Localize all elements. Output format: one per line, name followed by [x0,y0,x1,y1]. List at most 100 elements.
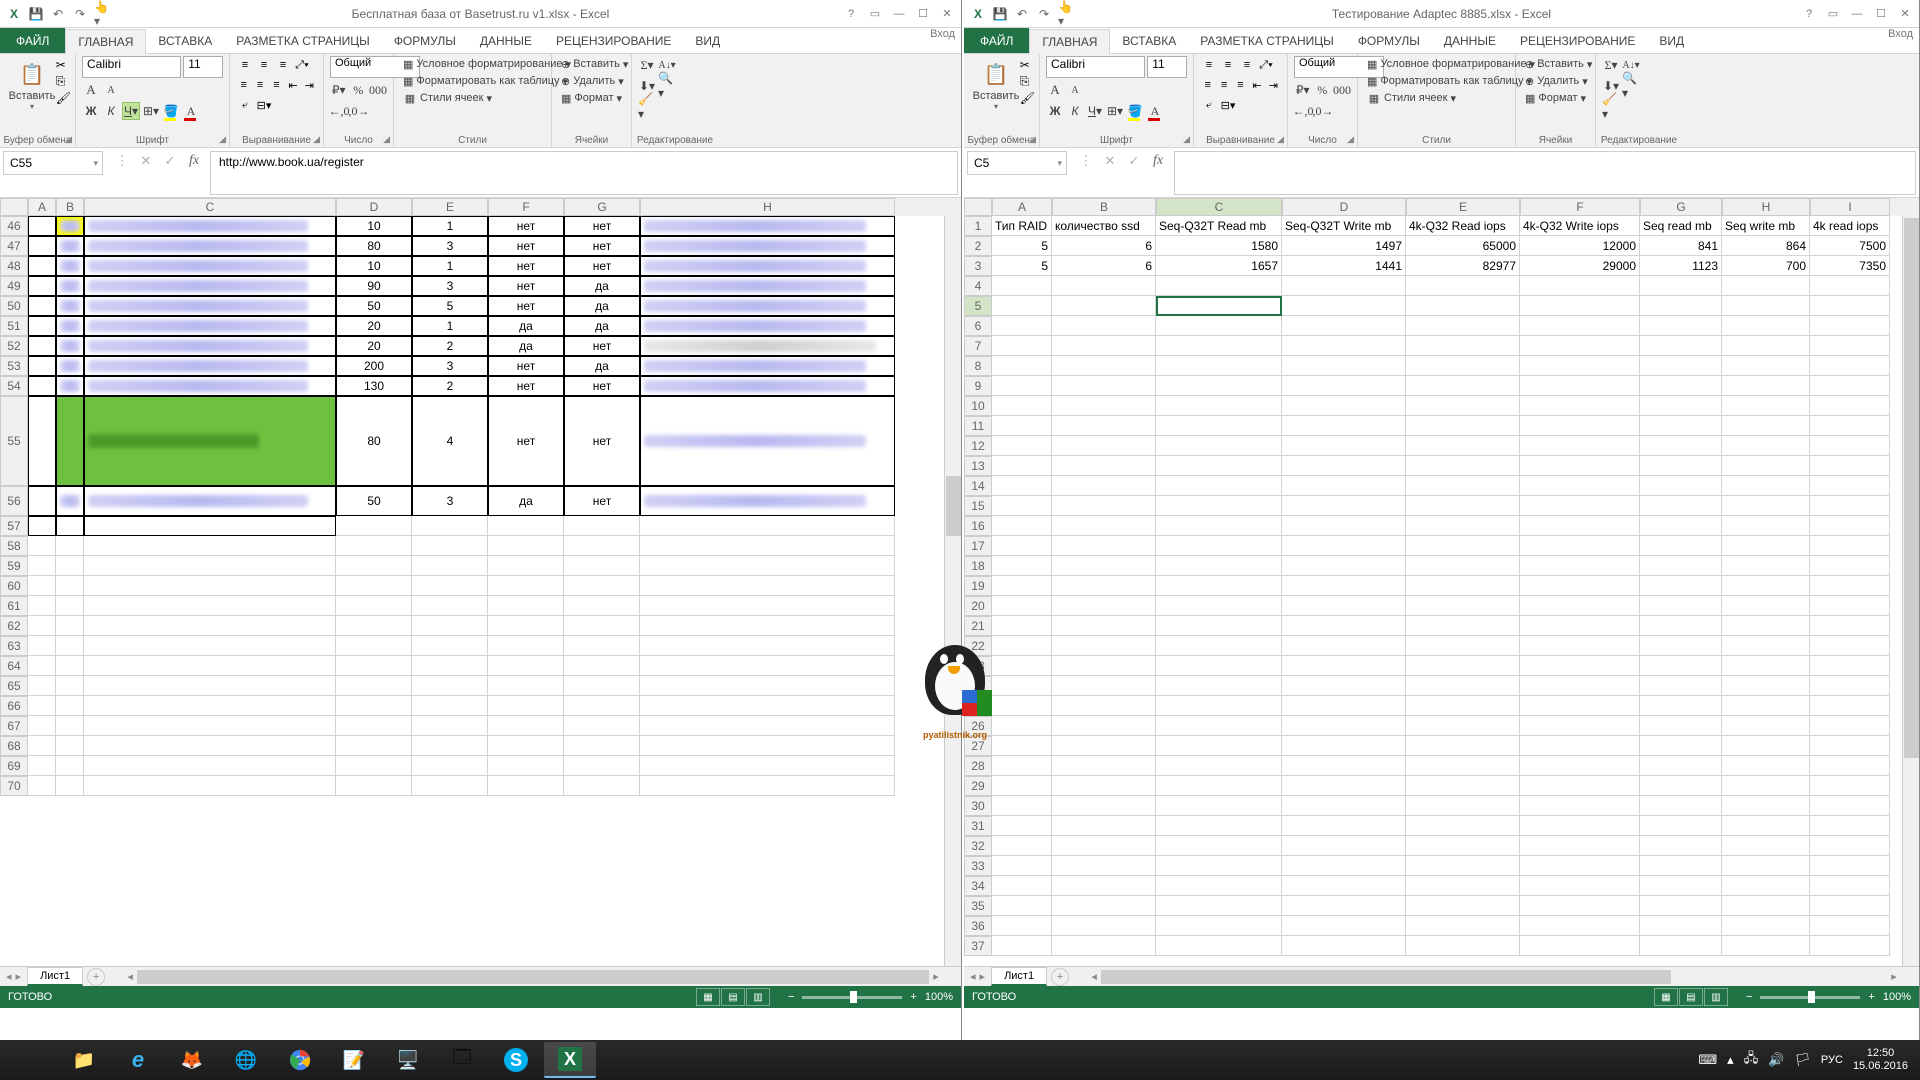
cell[interactable] [1406,676,1520,696]
cell[interactable] [1520,416,1640,436]
row-header[interactable]: 35 [964,896,992,916]
fx-icon[interactable]: fx [186,153,202,169]
cell[interactable]: нет [488,236,564,256]
save-icon[interactable]: 💾 [28,6,44,22]
cell[interactable] [1282,476,1406,496]
cell[interactable] [640,376,895,396]
cell[interactable] [1282,336,1406,356]
skype-button[interactable]: S [490,1042,542,1078]
row-header[interactable]: 61 [0,596,28,616]
cell[interactable] [1810,876,1890,896]
help-icon[interactable]: ? [841,5,861,23]
row-header[interactable]: 4 [964,276,992,296]
cell[interactable] [640,696,895,716]
cell[interactable] [84,756,336,776]
cell[interactable] [28,576,56,596]
cell[interactable] [1810,616,1890,636]
row-header[interactable]: 66 [0,696,28,716]
row-header[interactable]: 18 [964,556,992,576]
cell[interactable] [56,636,84,656]
cell[interactable] [992,556,1052,576]
cut-icon[interactable]: ✂ [1020,58,1035,72]
cell[interactable] [564,756,640,776]
cell[interactable] [84,576,336,596]
cell[interactable] [1282,316,1406,336]
cell[interactable] [56,236,84,256]
cell[interactable] [564,636,640,656]
cell[interactable] [412,716,488,736]
format-painter-icon[interactable]: 🖌 [1020,91,1035,105]
undo-icon[interactable]: ↶ [50,6,66,22]
cell[interactable] [412,576,488,596]
cell[interactable] [1640,316,1722,336]
cell[interactable] [56,736,84,756]
cell[interactable] [1156,616,1282,636]
cell[interactable] [1282,436,1406,456]
format-cells-button[interactable]: ▦Формат▾ [1522,90,1589,106]
font-color-icon[interactable]: A [182,102,200,120]
cell[interactable] [1282,736,1406,756]
cell[interactable]: 3 [412,236,488,256]
cell[interactable] [1282,536,1406,556]
cell[interactable] [1052,896,1156,916]
cell[interactable]: 3 [412,356,488,376]
cell[interactable] [1406,896,1520,916]
cell[interactable] [1520,676,1640,696]
cell[interactable] [1156,716,1282,736]
cell[interactable] [1722,736,1810,756]
cell[interactable] [1722,636,1810,656]
cell[interactable] [992,336,1052,356]
cell[interactable]: Seq-Q32T Read mb [1156,216,1282,236]
cell[interactable] [1520,276,1640,296]
col-header[interactable]: H [640,198,895,216]
cell[interactable] [564,696,640,716]
cell[interactable] [84,716,336,736]
cell[interactable] [1722,696,1810,716]
cell[interactable] [336,656,412,676]
cell[interactable] [1520,436,1640,456]
cell[interactable] [84,696,336,716]
orientation-icon[interactable]: ⤢▾ [293,56,311,74]
delete-cells-button[interactable]: ⊖Удалить▾ [558,73,625,89]
cell[interactable] [1640,756,1722,776]
cell[interactable] [1282,636,1406,656]
cell[interactable]: 80 [336,236,412,256]
cell[interactable] [1520,356,1640,376]
cell[interactable] [1406,396,1520,416]
cell[interactable] [640,676,895,696]
cell[interactable] [1810,416,1890,436]
cell[interactable] [336,556,412,576]
cell[interactable] [992,436,1052,456]
cell[interactable] [992,836,1052,856]
cell[interactable] [84,296,336,316]
row-header[interactable]: 58 [0,536,28,556]
cell[interactable] [1722,376,1810,396]
cell[interactable] [1282,856,1406,876]
cell[interactable] [1810,696,1890,716]
cell[interactable] [336,576,412,596]
percent-icon[interactable]: % [350,81,368,99]
row-header[interactable]: 48 [0,256,28,276]
cell[interactable] [1520,876,1640,896]
cell[interactable] [1520,576,1640,596]
cell[interactable] [992,276,1052,296]
dialog-launcher-icon[interactable]: ◢ [65,134,72,145]
tab-home[interactable]: ГЛАВНАЯ [65,29,146,54]
vmware-button[interactable]: 🗔 [436,1042,488,1078]
cell[interactable] [488,616,564,636]
cell[interactable]: нет [488,356,564,376]
cell[interactable]: 65000 [1406,236,1520,256]
cell[interactable] [1052,876,1156,896]
cell[interactable] [1282,916,1406,936]
cell[interactable] [1406,736,1520,756]
cell[interactable] [1722,836,1810,856]
cell[interactable] [1406,916,1520,936]
row-header[interactable]: 14 [964,476,992,496]
cell[interactable] [1640,556,1722,576]
cell[interactable] [1520,916,1640,936]
cell[interactable]: 1123 [1640,256,1722,276]
cell[interactable]: 3 [412,486,488,516]
cell[interactable] [1520,816,1640,836]
cell[interactable] [1406,656,1520,676]
cell[interactable] [1052,516,1156,536]
